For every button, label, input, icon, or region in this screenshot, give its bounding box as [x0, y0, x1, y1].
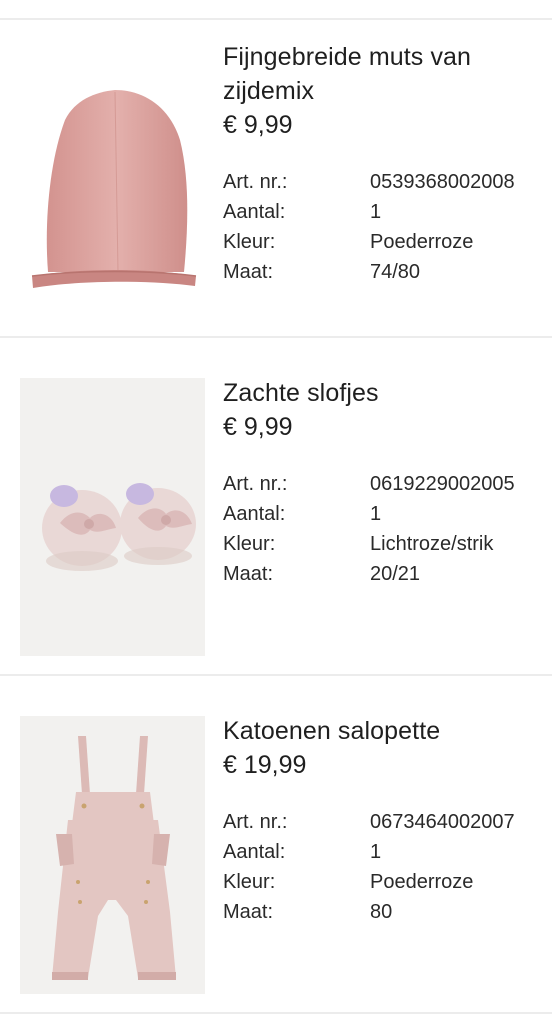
detail-row-aantal: Aantal: 1 [223, 197, 548, 227]
detail-value: 74/80 [370, 260, 421, 283]
detail-label: Maat: [223, 900, 274, 923]
detail-row-kleur: Kleur: Poederroze [223, 227, 548, 257]
detail-value: 20/21 [370, 562, 421, 585]
beanie-hat-icon [31, 90, 197, 288]
detail-label: Aantal: [223, 840, 286, 863]
product-image-overalls[interactable] [20, 716, 205, 994]
detail-label: Art. nr.: [223, 472, 288, 495]
baby-slippers-icon [20, 378, 205, 656]
product-title[interactable]: Zachte slofjes [223, 376, 548, 410]
detail-value: 0673464002007 [370, 810, 515, 833]
detail-label: Aantal: [223, 200, 286, 223]
detail-label: Art. nr.: [223, 170, 288, 193]
detail-label: Kleur: [223, 230, 276, 253]
detail-row-art-nr: Art. nr.: 0619229002005 [223, 469, 548, 499]
detail-value: 0619229002005 [370, 472, 515, 495]
product-info: Zachte slofjes € 9,99 Art. nr.: 06192290… [223, 376, 548, 589]
detail-row-maat: Maat: 80 [223, 897, 548, 927]
detail-value: 80 [370, 900, 393, 923]
detail-label: Maat: [223, 260, 274, 283]
product-details: Art. nr.: 0673464002007 Aantal: 1 Kleur:… [223, 807, 548, 927]
detail-value: Poederroze [370, 230, 474, 253]
detail-label: Aantal: [223, 502, 286, 525]
divider [0, 1012, 552, 1014]
detail-label: Kleur: [223, 870, 276, 893]
detail-row-aantal: Aantal: 1 [223, 499, 548, 529]
detail-value: 1 [370, 840, 382, 863]
detail-label: Maat: [223, 562, 274, 585]
product-image-slippers[interactable] [20, 378, 205, 656]
product-image-beanie[interactable] [20, 40, 205, 315]
detail-row-maat: Maat: 20/21 [223, 559, 548, 589]
detail-value: 0539368002008 [370, 170, 515, 193]
detail-row-kleur: Kleur: Poederroze [223, 867, 548, 897]
product-item: Katoenen salopette € 19,99 Art. nr.: 067… [0, 676, 552, 1012]
product-title[interactable]: Fijngebreide muts van zijdemix [223, 40, 548, 108]
detail-value: 1 [370, 200, 382, 223]
detail-value: Poederroze [370, 870, 474, 893]
product-item: Zachte slofjes € 9,99 Art. nr.: 06192290… [0, 338, 552, 674]
product-item: Fijngebreide muts van zijdemix € 9,99 Ar… [0, 20, 552, 338]
detail-value: Lichtroze/strik [370, 532, 494, 555]
product-price: € 9,99 [223, 111, 293, 139]
product-details: Art. nr.: 0619229002005 Aantal: 1 Kleur:… [223, 469, 548, 589]
product-title[interactable]: Katoenen salopette [223, 714, 548, 748]
detail-row-maat: Maat: 74/80 [223, 257, 548, 287]
detail-value: 1 [370, 502, 382, 525]
detail-row-kleur: Kleur: Lichtroze/strik [223, 529, 548, 559]
product-info: Fijngebreide muts van zijdemix € 9,99 Ar… [223, 40, 548, 287]
order-items-page: Fijngebreide muts van zijdemix € 9,99 Ar… [0, 0, 552, 1031]
detail-row-aantal: Aantal: 1 [223, 837, 548, 867]
product-price: € 9,99 [223, 413, 293, 441]
detail-label: Kleur: [223, 532, 276, 555]
detail-row-art-nr: Art. nr.: 0539368002008 [223, 167, 548, 197]
product-price: € 19,99 [223, 751, 307, 779]
product-details: Art. nr.: 0539368002008 Aantal: 1 Kleur:… [223, 167, 548, 287]
detail-row-art-nr: Art. nr.: 0673464002007 [223, 807, 548, 837]
detail-label: Art. nr.: [223, 810, 288, 833]
baby-overalls-icon [20, 716, 205, 994]
product-info: Katoenen salopette € 19,99 Art. nr.: 067… [223, 714, 548, 927]
